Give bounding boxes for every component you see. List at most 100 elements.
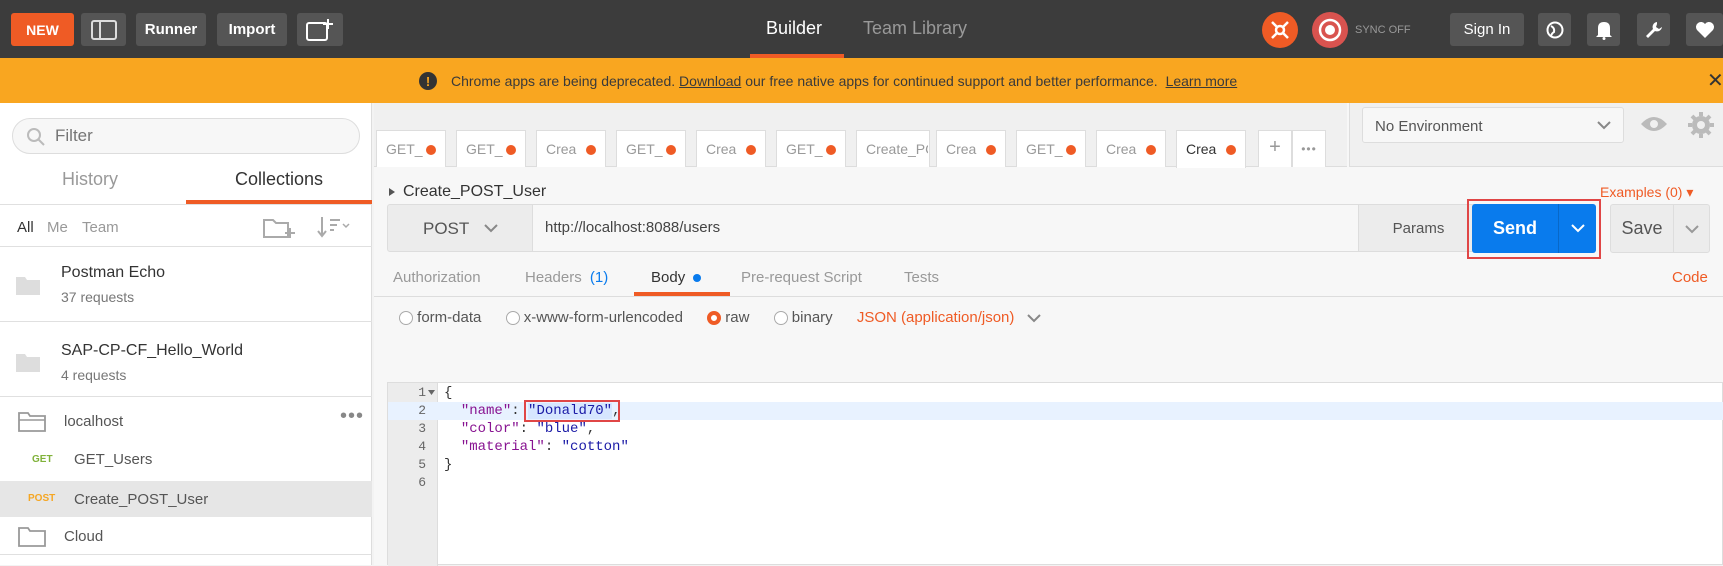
new-button[interactable]: NEW (11, 13, 74, 46)
folder-item-cloud[interactable]: Cloud (0, 519, 372, 555)
filter-all[interactable]: All (17, 219, 34, 236)
request-tab-label: GET_ (626, 141, 663, 157)
fold-caret-icon[interactable] (428, 390, 435, 396)
filter-team[interactable]: Team (82, 219, 119, 236)
heart-icon[interactable] (1686, 13, 1723, 46)
request-tab[interactable]: GET_ (456, 130, 526, 167)
folder-item-localhost[interactable]: localhost ••• (0, 403, 372, 439)
send-options-button[interactable] (1558, 204, 1596, 253)
tab-authorization[interactable]: Authorization (393, 269, 481, 286)
value-highlight-box (524, 400, 621, 422)
method-select[interactable]: POST (388, 205, 533, 251)
filter-input[interactable] (55, 125, 335, 147)
content-type-dropdown[interactable]: JSON (application/json) (857, 309, 1015, 326)
wrench-icon[interactable] (1637, 13, 1670, 46)
runner-button[interactable]: Runner (136, 13, 206, 46)
radio-form-data[interactable]: form-data (399, 309, 481, 326)
radio-binary[interactable]: binary (773, 309, 833, 326)
sort-icon[interactable] (316, 215, 352, 239)
collection-item-sap[interactable]: SAP-CP-CF_Hello_World 4 requests (0, 322, 372, 397)
gear-icon[interactable] (1687, 111, 1715, 139)
tab-team-library[interactable]: Team Library (863, 18, 967, 39)
unsaved-dot (506, 145, 516, 155)
sidebar-layout-icon (90, 19, 117, 40)
radio-raw[interactable]: raw (707, 309, 749, 326)
import-button[interactable]: Import (217, 13, 287, 46)
sidebar-toggle-button[interactable] (81, 13, 126, 46)
send-button[interactable]: Send (1472, 204, 1558, 253)
request-tab[interactable]: Crea (1096, 130, 1166, 167)
request-tab-label: Crea (706, 141, 737, 157)
download-link[interactable]: Download (679, 73, 741, 89)
request-tab[interactable]: Crea (696, 130, 766, 167)
code-line: "color": "blue", (460, 421, 596, 437)
code-link[interactable]: Code (1672, 269, 1708, 286)
sync-icon[interactable] (1312, 12, 1348, 48)
sign-in-button[interactable]: Sign In (1450, 13, 1524, 46)
request-tab-label: Crea (946, 141, 977, 157)
filter-me[interactable]: Me (47, 219, 68, 236)
tab-prerequest-script[interactable]: Pre-request Script (741, 269, 862, 286)
request-tab[interactable]: GET_ (376, 130, 446, 167)
request-tabs-bar: GET_ GET_ Crea GET_ Crea GET_ Create_P C … (374, 103, 1347, 168)
collection-item-postman-echo[interactable]: Postman Echo 37 requests (0, 247, 372, 322)
params-button[interactable]: Params (1358, 205, 1478, 251)
chevron-down-icon[interactable] (1026, 313, 1041, 323)
request-title[interactable]: Create_POST_User (403, 183, 546, 201)
method-label: POST (423, 219, 470, 238)
content-type-label: JSON (application/json) (856, 309, 1015, 326)
collection-name: SAP-CP-CF_Hello_World (61, 342, 243, 359)
url-input[interactable]: http://localhost:8088/users (533, 205, 1358, 251)
request-tab[interactable]: GET_ (616, 130, 686, 167)
new-window-button[interactable] (297, 13, 343, 46)
request-tab[interactable]: Create_PC (856, 130, 930, 167)
radio-urlencoded[interactable]: x-www-form-urlencoded (505, 309, 683, 326)
sync-status-label: SYNC OFF (1355, 24, 1411, 36)
request-tab[interactable]: Crea (936, 130, 1006, 167)
eye-icon[interactable] (1640, 114, 1668, 134)
tab-tests[interactable]: Tests (904, 269, 939, 286)
collection-request-count: 37 requests (61, 289, 135, 305)
chevron-down-icon (1685, 225, 1699, 234)
caret-right-icon[interactable] (388, 187, 396, 197)
tab-headers[interactable]: Headers (1) (525, 269, 608, 286)
more-options-icon[interactable]: ••• (340, 405, 364, 428)
body-modified-dot (693, 274, 702, 283)
tab-builder[interactable]: Builder (766, 18, 822, 39)
unsaved-dot (586, 145, 596, 155)
add-tab-icon[interactable]: + (1258, 130, 1292, 167)
request-tab-active[interactable]: Crea (1176, 130, 1246, 168)
environment-select[interactable]: No Environment (1362, 107, 1624, 143)
examples-dropdown[interactable]: Examples (0) ▾ (1600, 184, 1693, 201)
interceptor-icon[interactable] (1262, 12, 1298, 48)
request-tab[interactable]: GET_ (1016, 130, 1086, 167)
tab-body[interactable]: Body (651, 269, 702, 286)
request-item[interactable]: GET GET_Users (0, 441, 372, 477)
save-options-button[interactable] (1673, 205, 1709, 252)
radio-circle (399, 311, 413, 326)
filter-search-box[interactable] (12, 118, 360, 154)
option-label: form-data (417, 309, 482, 326)
bell-icon[interactable] (1587, 13, 1620, 46)
close-banner-icon[interactable]: ✕ (1707, 68, 1723, 93)
search-icon (27, 128, 45, 146)
request-tab[interactable]: GET_ (776, 130, 846, 167)
environment-bar: No Environment (1349, 103, 1723, 167)
headers-label: Headers (525, 269, 582, 286)
chevron-down-icon (1597, 121, 1611, 130)
request-tab[interactable]: Crea (536, 130, 606, 167)
chevron-down-icon (484, 224, 498, 233)
new-collection-icon[interactable] (262, 214, 296, 240)
learn-more-link[interactable]: Learn more (1166, 73, 1238, 89)
tab-overflow-icon[interactable]: ••• (1292, 130, 1326, 167)
unsaved-dot (1226, 145, 1236, 155)
tab-collections[interactable]: Collections (235, 169, 323, 190)
folder-icon (18, 527, 46, 547)
tab-history[interactable]: History (62, 169, 118, 190)
json-value: "cotton" (561, 439, 629, 455)
folder-open-icon (18, 412, 46, 432)
save-button[interactable]: Save (1611, 205, 1673, 252)
body-editor[interactable]: 1 2 3 4 5 6 { "name": "Donald70", "color… (387, 382, 1723, 566)
request-item-selected[interactable]: POST Create_POST_User (0, 481, 372, 517)
globe-icon[interactable] (1538, 13, 1571, 46)
